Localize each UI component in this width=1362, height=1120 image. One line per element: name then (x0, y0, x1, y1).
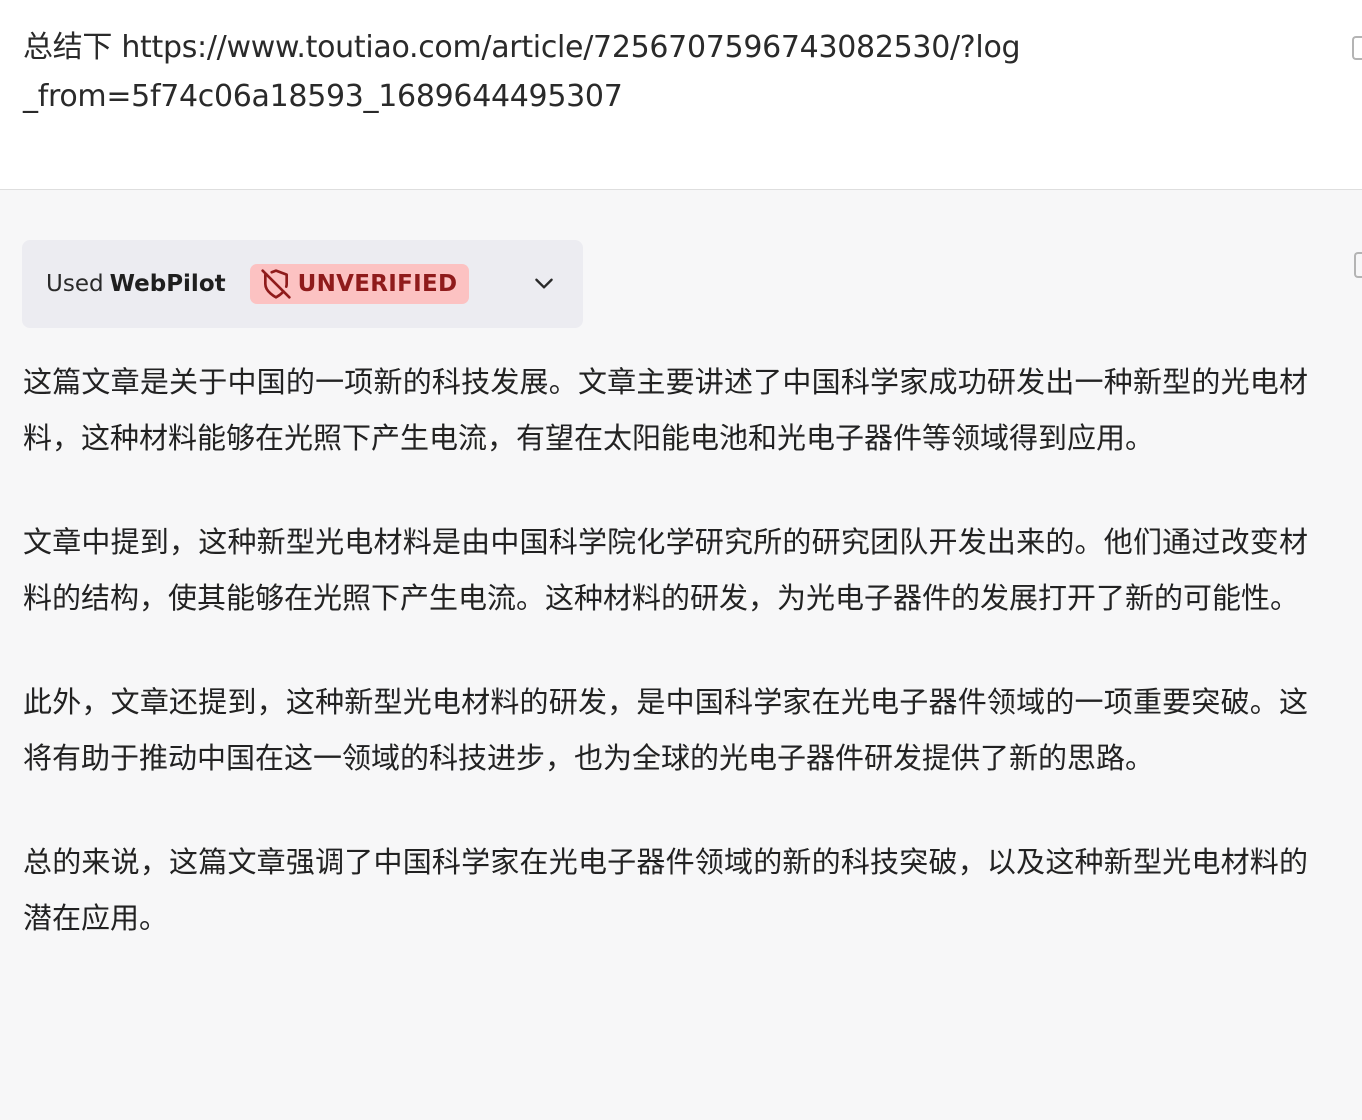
user-message: 总结下 https://www.toutiao.com/article/7256… (0, 0, 1362, 190)
plugin-name: WebPilot (109, 271, 226, 297)
badge-label: UNVERIFIED (297, 271, 458, 297)
edit-icon[interactable] (1352, 36, 1362, 60)
response-paragraph: 总的来说，这篇文章强调了中国科学家在光电子器件领域的新的科技突破，以及这种新型光… (23, 845, 1308, 935)
shield-off-icon (260, 269, 291, 299)
user-message-text: 总结下 https://www.toutiao.com/article/7256… (23, 30, 1021, 114)
plugin-usage-dropdown[interactable]: Used WebPilot UNVERIFIED (22, 240, 583, 328)
plugin-used-label: Used (46, 271, 104, 297)
response-paragraph: 此外，文章还提到，这种新型光电材料的研发，是中国科学家在光电子器件领域的一项重要… (23, 685, 1308, 775)
assistant-response: 这篇文章是关于中国的一项新的科技发展。文章主要讲述了中国科学家成功研发出一种新型… (23, 354, 1308, 994)
response-paragraph: 这篇文章是关于中国的一项新的科技发展。文章主要讲述了中国科学家成功研发出一种新型… (23, 365, 1308, 455)
unverified-badge: UNVERIFIED (249, 264, 470, 304)
response-paragraph: 文章中提到，这种新型光电材料是由中国科学院化学研究所的研究团队开发出来的。他们通… (23, 525, 1308, 615)
copy-icon[interactable] (1354, 252, 1362, 278)
chevron-down-icon[interactable] (531, 270, 557, 296)
